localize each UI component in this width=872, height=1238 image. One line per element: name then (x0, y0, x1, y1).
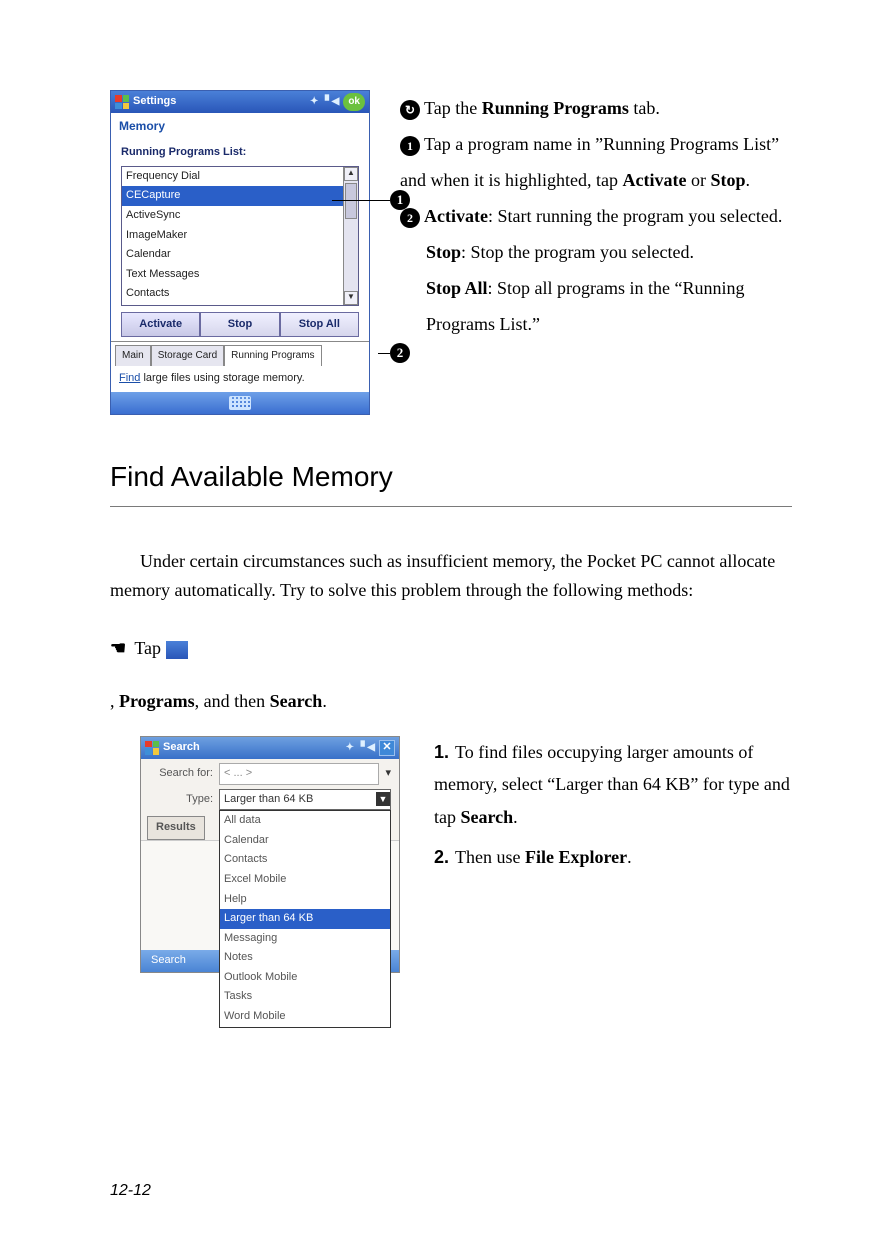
bullet-2-icon: 2 (400, 208, 420, 228)
list-item[interactable]: Frequency Dial (122, 167, 343, 187)
dropdown-option[interactable]: Tasks (220, 987, 390, 1007)
search-window-title: Search (163, 739, 342, 757)
titlebar-search: Search ✦ ▝ ◀ ✕ (141, 737, 399, 759)
list-item[interactable]: ActiveSync (122, 206, 343, 226)
dropdown-option[interactable]: Calendar (220, 831, 390, 851)
stop-all-button[interactable]: Stop All (280, 312, 359, 338)
tray-icons: ✦ ▝ ◀ (346, 740, 375, 756)
bullet-1-icon: 1 (400, 136, 420, 156)
activate-button[interactable]: Activate (121, 312, 200, 338)
bottom-instructions: 1.To find files occupying larger amounts… (434, 736, 792, 882)
close-icon[interactable]: ✕ (379, 740, 395, 756)
chevron-down-icon[interactable]: ▼ (376, 792, 390, 806)
search-for-input[interactable]: < ... > (219, 763, 379, 785)
dropdown-option[interactable]: Word Mobile (220, 1007, 390, 1027)
list-item[interactable]: Text Messages (122, 265, 343, 285)
tray-icons: ✦ ▝ ◀ (310, 94, 339, 110)
dropdown-option[interactable]: Excel Mobile (220, 870, 390, 890)
results-tab[interactable]: Results (147, 816, 205, 840)
list-item[interactable]: Tasks (122, 304, 343, 305)
scroll-up-icon[interactable]: ▲ (344, 167, 358, 181)
windows-flag-icon (115, 95, 129, 109)
dropdown-option[interactable]: Help (220, 890, 390, 910)
dropdown-option[interactable]: Larger than 64 KB (220, 909, 390, 929)
dropdown-option[interactable]: Notes (220, 948, 390, 968)
section-heading: Find Available Memory (110, 455, 792, 507)
type-dropdown-list[interactable]: All dataCalendarContactsExcel MobileHelp… (219, 810, 391, 1028)
dropdown-option[interactable]: All data (220, 811, 390, 831)
find-link[interactable]: Find (119, 372, 140, 384)
tab-main[interactable]: Main (115, 345, 151, 366)
dropdown-option[interactable]: Outlook Mobile (220, 968, 390, 988)
list-item[interactable]: ImageMaker (122, 226, 343, 246)
running-programs-label: Running Programs List: (111, 138, 369, 166)
running-programs-list[interactable]: Frequency DialCECaptureActiveSyncImageMa… (121, 166, 359, 306)
tab-storage-card[interactable]: Storage Card (151, 345, 224, 366)
scroll-down-icon[interactable]: ▼ (344, 291, 358, 305)
tab-running-programs[interactable]: Running Programs (224, 345, 321, 366)
sip-bar (111, 392, 369, 414)
search-for-label: Search for: (149, 765, 213, 783)
type-label: Type: (149, 791, 213, 809)
tap-instruction: ☚ Tap (110, 634, 792, 663)
list-item[interactable]: Calendar (122, 245, 343, 265)
search-window: Search ✦ ▝ ◀ ✕ Search for: < ... > ▾ Typ… (140, 736, 400, 973)
page-number: 12-12 (110, 1178, 151, 1204)
pointer-icon: ☚ (110, 634, 126, 663)
tab-row: Main Storage Card Running Programs (111, 341, 369, 366)
list-item[interactable]: CECapture (122, 186, 343, 206)
dropdown-option[interactable]: Messaging (220, 929, 390, 949)
start-logo-icon (166, 641, 188, 659)
stop-button[interactable]: Stop (200, 312, 279, 338)
keyboard-icon[interactable] (229, 396, 251, 410)
list-item[interactable]: Contacts (122, 284, 343, 304)
windows-flag-icon (145, 741, 159, 755)
renew-icon: ↻ (400, 100, 420, 120)
titlebar-settings: Settings ✦ ▝ ◀ ok (111, 91, 369, 113)
ok-button[interactable]: ok (343, 93, 365, 111)
find-large-files-link[interactable]: Find large files using storage memory. (111, 366, 369, 392)
dropdown-arrow-icon[interactable]: ▾ (385, 765, 391, 783)
settings-memory-window: Settings ✦ ▝ ◀ ok Memory Running Program… (110, 90, 370, 415)
soft-key-search[interactable]: Search (151, 952, 186, 970)
type-select[interactable]: Larger than 64 KB ▼ (219, 789, 391, 811)
body-paragraph: Under certain circumstances such as insu… (110, 547, 792, 605)
top-instructions: ↻Tap the Running Programs tab. 1Tap a pr… (400, 90, 792, 415)
callout-2: 2 (378, 343, 410, 363)
window-title: Settings (133, 93, 306, 111)
section-memory: Memory (111, 113, 369, 138)
callout-1: 1 (332, 190, 410, 210)
dropdown-option[interactable]: Contacts (220, 850, 390, 870)
list-scrollbar[interactable]: ▲ ▼ (343, 167, 358, 305)
